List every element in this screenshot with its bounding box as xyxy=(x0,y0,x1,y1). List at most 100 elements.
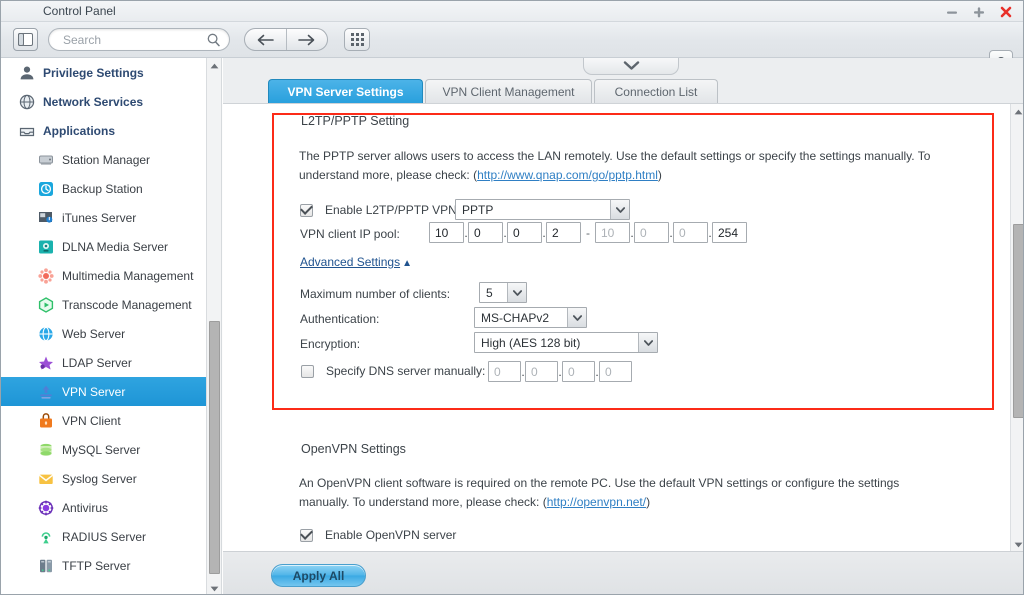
ip-pool-start-octet-3[interactable]: 0 xyxy=(507,222,542,243)
sidebar-item-transcode-management[interactable]: Transcode Management xyxy=(1,290,221,319)
web-server-icon xyxy=(37,325,54,342)
settings-content: L2TP/PPTP Setting The PPTP server allows… xyxy=(223,103,1023,551)
specify-dns-checkbox[interactable] xyxy=(301,364,314,378)
sidebar-item-multimedia-management[interactable]: Multimedia Management xyxy=(1,261,221,290)
ip-pool-fields: 10 . 0 . 0 . 2 - 10 . 0 . 0 . 254 xyxy=(429,222,747,243)
back-button[interactable] xyxy=(245,29,286,50)
search-input[interactable]: Search xyxy=(48,28,230,51)
collapse-tabs-button[interactable] xyxy=(583,58,679,75)
ip-pool-end-octet-3[interactable]: 0 xyxy=(673,222,708,243)
tab-connection-list[interactable]: Connection List xyxy=(594,79,718,103)
dns-octet-4[interactable]: 0 xyxy=(599,361,632,382)
station-manager-icon xyxy=(37,151,54,168)
mysql-server-icon xyxy=(37,441,54,458)
sidebar-scroll-down-icon[interactable] xyxy=(207,581,221,594)
close-icon[interactable] xyxy=(999,5,1013,19)
ip-pool-end-octet-4[interactable]: 254 xyxy=(712,222,747,243)
sidebar-item-ldap-server[interactable]: LDAP Server xyxy=(1,348,221,377)
sidebar-item-itunes-server[interactable]: iTunes Server xyxy=(1,203,221,232)
vpn-client-icon xyxy=(37,412,54,429)
content-scroll-thumb[interactable] xyxy=(1013,224,1023,418)
sidebar-item-vpn-server[interactable]: VPN Server xyxy=(1,377,221,406)
sidebar-item-label: MySQL Server xyxy=(62,442,141,457)
sidebar-item-syslog-server[interactable]: Syslog Server xyxy=(1,464,221,493)
sidebar-scroll-thumb[interactable] xyxy=(209,321,220,574)
enable-openvpn-checkbox[interactable] xyxy=(300,528,313,542)
window-title: Control Panel xyxy=(43,4,116,18)
max-clients-select[interactable]: 5 xyxy=(479,282,527,303)
max-clients-value: 5 xyxy=(486,285,493,300)
l2tp-description-line2-prefix: understand more, please check: ( xyxy=(299,168,478,182)
dns-octet-1[interactable]: 0 xyxy=(488,361,521,382)
tab-vpn-server-settings[interactable]: VPN Server Settings xyxy=(268,79,423,103)
transcode-management-icon xyxy=(37,296,54,313)
user-icon xyxy=(18,64,35,81)
enable-l2tp-checkbox[interactable] xyxy=(300,203,313,217)
forward-button[interactable] xyxy=(286,29,327,50)
apply-all-button[interactable]: Apply All xyxy=(271,564,366,587)
sidebar-item-mysql-server[interactable]: MySQL Server xyxy=(1,435,221,464)
openvpn-description-line2-prefix: manually. To understand more, please che… xyxy=(299,495,547,509)
content-scroll-down-icon[interactable] xyxy=(1011,537,1023,551)
sidebar-item-label: Backup Station xyxy=(62,181,143,196)
sidebar-item-vpn-client[interactable]: VPN Client xyxy=(1,406,221,435)
openvpn-description: An OpenVPN client software is required o… xyxy=(299,474,959,512)
enable-openvpn-row: Enable OpenVPN server xyxy=(300,528,456,542)
sidebar-item-network-services[interactable]: Network Services xyxy=(1,87,221,116)
dns-fields: 0 . 0 . 0 . 0 xyxy=(488,361,632,382)
advanced-settings-link[interactable]: Advanced Settings xyxy=(300,255,400,269)
sidebar-item-backup-station[interactable]: Backup Station xyxy=(1,174,221,203)
sidebar-list: Privilege Settings Network Services Applic… xyxy=(1,58,221,580)
sidebar-item-tftp-server[interactable]: TFTP Server xyxy=(1,551,221,580)
window-controls xyxy=(945,1,1013,22)
tftp-server-icon xyxy=(37,557,54,574)
sidebar-item-dlna-media-server[interactable]: DLNA Media Server xyxy=(1,232,221,261)
sidebar-scroll-up-icon[interactable] xyxy=(207,58,221,73)
encryption-select[interactable]: High (AES 128 bit) xyxy=(474,332,658,353)
encryption-label: Encryption: xyxy=(300,337,361,351)
sidebar: Privilege Settings Network Services Applic… xyxy=(1,58,222,594)
sidebar-item-privilege-settings[interactable]: Privilege Settings xyxy=(1,58,221,87)
dns-octet-2[interactable]: 0 xyxy=(525,361,558,382)
specify-dns-label: Specify DNS server manually: xyxy=(326,364,486,378)
antivirus-icon xyxy=(37,499,54,516)
dlna-media-server-icon xyxy=(37,238,54,255)
ip-pool-end-octet-2[interactable]: 0 xyxy=(634,222,669,243)
sidebar-item-antivirus[interactable]: Antivirus xyxy=(1,493,221,522)
ip-pool-start-octet-4[interactable]: 2 xyxy=(546,222,581,243)
ip-pool-start-octet-1[interactable]: 10 xyxy=(429,222,464,243)
content-scrollbar[interactable] xyxy=(1010,104,1023,551)
pptp-help-link[interactable]: http://www.qnap.com/go/pptp.html xyxy=(477,168,658,182)
sidebar-item-applications[interactable]: Applications xyxy=(1,116,221,145)
ip-range-separator: - xyxy=(586,225,590,240)
sidebar-scrollbar[interactable] xyxy=(206,58,221,594)
openvpn-help-link[interactable]: http://openvpn.net/ xyxy=(547,495,646,509)
main-panel: VPN Server Settings VPN Client Managemen… xyxy=(223,58,1023,594)
l2tp-description-line1: The PPTP server allows users to access t… xyxy=(299,149,931,163)
openvpn-section-title: OpenVPN Settings xyxy=(301,442,406,456)
chevron-down-icon xyxy=(507,283,526,302)
panel-layout-icon[interactable] xyxy=(13,28,38,51)
openvpn-description-line2-suffix: ) xyxy=(646,495,651,509)
ip-pool-start-octet-2[interactable]: 0 xyxy=(468,222,503,243)
radius-server-icon xyxy=(37,528,54,545)
multimedia-management-icon xyxy=(37,267,54,284)
dns-octet-3[interactable]: 0 xyxy=(562,361,595,382)
globe-icon xyxy=(18,93,35,110)
ip-pool-end-octet-1[interactable]: 10 xyxy=(595,222,630,243)
backup-station-icon xyxy=(37,180,54,197)
tab-vpn-client-management[interactable]: VPN Client Management xyxy=(425,79,592,103)
sidebar-item-station-manager[interactable]: Station Manager xyxy=(1,145,221,174)
maximize-icon[interactable] xyxy=(972,5,986,19)
minimize-icon[interactable] xyxy=(945,5,959,19)
sidebar-item-radius-server[interactable]: RADIUS Server xyxy=(1,522,221,551)
app-grid-icon[interactable] xyxy=(344,28,370,51)
sidebar-item-web-server[interactable]: Web Server xyxy=(1,319,221,348)
sidebar-item-label: RADIUS Server xyxy=(62,529,147,544)
advanced-settings-toggle[interactable]: Advanced Settings ▲ xyxy=(300,255,412,269)
l2tp-description-line2-suffix: ) xyxy=(657,168,662,182)
content-scroll-up-icon[interactable] xyxy=(1011,104,1023,119)
protocol-select[interactable]: PPTP xyxy=(455,199,630,220)
max-clients-label: Maximum number of clients: xyxy=(300,287,451,301)
authentication-select[interactable]: MS-CHAPv2 xyxy=(474,307,587,328)
